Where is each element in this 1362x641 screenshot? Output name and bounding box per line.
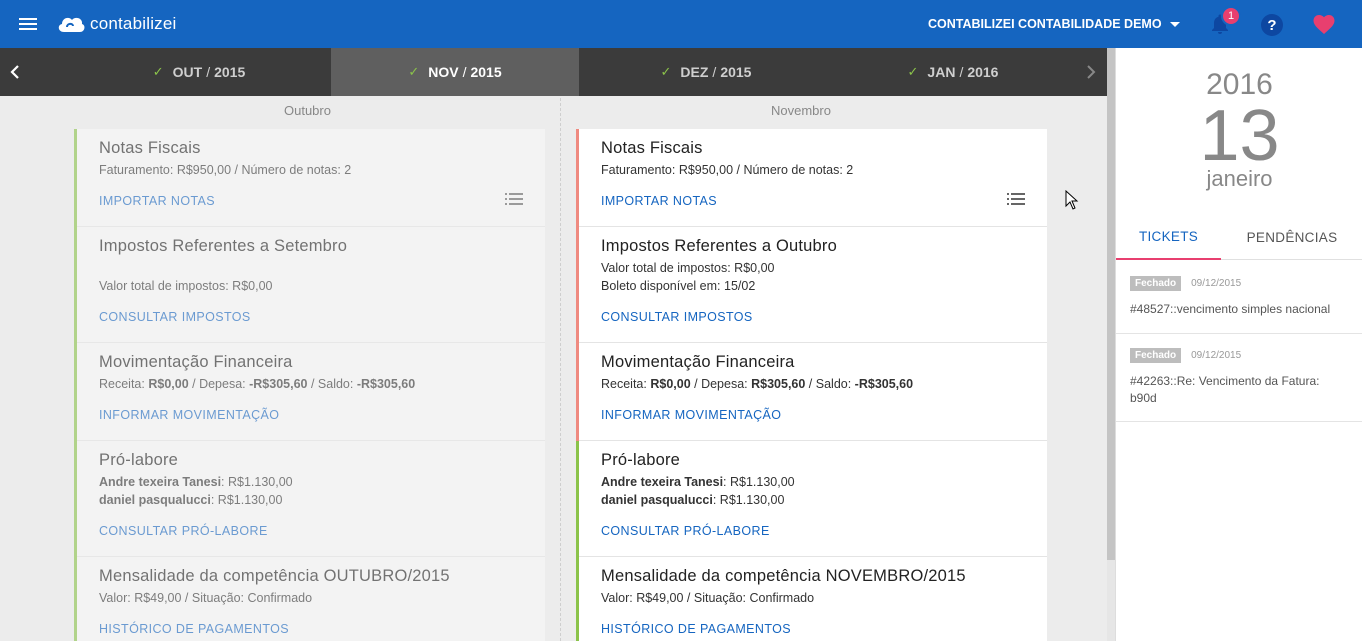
menu-icon[interactable] xyxy=(0,0,56,48)
section-title: Notas Fiscais xyxy=(99,139,201,157)
inform-movement-link[interactable]: INFORMAR MOVIMENTAÇÃO xyxy=(601,408,781,422)
section-title: Mensalidade da competência NOVEMBRO/2015 xyxy=(601,567,966,585)
top-app-bar: contabilizei CONTABILIZEI CONTABILIDADE … xyxy=(0,0,1362,48)
tab-tickets[interactable]: TICKETS xyxy=(1116,214,1221,260)
list-icon[interactable] xyxy=(505,193,523,205)
invoices-summary: Faturamento: R$950,00 / Número de notas:… xyxy=(601,163,854,177)
card-finance-nov: Movimentação Financeira Receita: R$0,00 … xyxy=(576,343,1047,441)
app-logo[interactable]: contabilizei xyxy=(56,14,177,34)
card-fee-out: Mensalidade da competência OUTUBRO/2015 … xyxy=(74,557,545,641)
previous-month-button[interactable] xyxy=(0,48,30,96)
inform-movement-link[interactable]: INFORMAR MOVIMENTAÇÃO xyxy=(99,408,279,422)
card-invoices-nov: Notas Fiscais Faturamento: R$950,00 / Nú… xyxy=(576,129,1047,227)
logo-text: contabilizei xyxy=(90,14,177,33)
finance-summary: Receita: R$0,00 / Depesa: R$305,60 / Sal… xyxy=(601,377,914,391)
right-panel-tabs: TICKETS PENDÊNCIAS xyxy=(1116,214,1362,260)
status-badge: Fechado xyxy=(1130,348,1182,363)
card-taxes-nov: Impostos Referentes a Outubro Valor tota… xyxy=(576,227,1047,343)
column-divider xyxy=(560,98,561,641)
taxes-line-2: Boleto disponível em: 15/02 xyxy=(601,279,756,293)
check-icon: ✓ xyxy=(408,64,420,79)
next-month-button[interactable] xyxy=(1076,48,1106,96)
check-icon: ✓ xyxy=(152,64,164,79)
cloud-logo-icon xyxy=(58,17,85,32)
ticket-item[interactable]: Fechado 09/12/2015 #48527::vencimento si… xyxy=(1116,262,1362,334)
scrollbar-thumb[interactable] xyxy=(1107,48,1115,560)
card-finance-out: Movimentação Financeira Receita: R$0,00 … xyxy=(74,343,545,441)
section-title: Movimentação Financeira xyxy=(99,353,293,371)
ticket-subject: #48527::vencimento simples nacional xyxy=(1130,302,1331,316)
company-selector[interactable]: CONTABILIZEI CONTABILIDADE DEMO xyxy=(928,0,1180,48)
chevron-right-icon xyxy=(1087,65,1096,79)
help-icon[interactable]: ? xyxy=(1261,14,1283,36)
column-title-outubro: Outubro xyxy=(284,103,331,118)
card-fee-nov: Mensalidade da competência NOVEMBRO/2015… xyxy=(576,557,1047,641)
finance-summary: Receita: R$0,00 / Depesa: -R$305,60 / Sa… xyxy=(99,377,416,391)
card-prolabore-out: Pró-labore Andre texeira Tanesi: R$1.130… xyxy=(74,441,545,557)
tab-pendencias[interactable]: PENDÊNCIAS xyxy=(1221,214,1362,260)
ticket-subject: #42263::Re: Vencimento da Fatura: b90d xyxy=(1130,374,1320,405)
tab-month-nov-2015[interactable]: ✓ NOV / 2015 xyxy=(331,48,579,96)
month-navigation: ✓ OUT / 2015 ✓ NOV / 2015 ✓ DEZ / 2015 ✓… xyxy=(0,48,1107,96)
prolabore-line-2: daniel pasqualucci: R$1.130,00 xyxy=(99,493,283,507)
payment-history-link[interactable]: HISTÓRICO DE PAGAMENTOS xyxy=(99,622,289,636)
prolabore-line-1: Andre texeira Tanesi: R$1.130,00 xyxy=(99,475,293,489)
check-icon: ✓ xyxy=(660,64,672,79)
section-title: Pró-labore xyxy=(99,451,179,469)
check-icon: ✓ xyxy=(907,64,919,79)
taxes-line-1 xyxy=(99,259,523,277)
taxes-line-2: Valor total de impostos: R$0,00 xyxy=(99,279,273,293)
calendar-day: 13 xyxy=(1199,96,1280,176)
consult-taxes-link[interactable]: CONSULTAR IMPOSTOS xyxy=(99,310,251,324)
heart-icon[interactable] xyxy=(1312,13,1336,35)
right-panel: 2016 13 janeiro TICKETS PENDÊNCIAS Fecha… xyxy=(1115,48,1362,641)
ticket-date: 09/12/2015 xyxy=(1191,278,1242,289)
card-prolabore-nov: Pró-labore Andre texeira Tanesi: R$1.130… xyxy=(576,441,1047,557)
tab-month-jan-2016[interactable]: ✓ JAN / 2016 xyxy=(833,48,1073,96)
mouse-cursor-icon xyxy=(1065,190,1079,210)
notification-badge: 1 xyxy=(1221,6,1241,26)
section-title: Pró-labore xyxy=(601,451,681,469)
tab-month-out-2015[interactable]: ✓ OUT / 2015 xyxy=(68,48,330,96)
import-invoices-link[interactable]: IMPORTAR NOTAS xyxy=(99,194,215,208)
prolabore-line-1: Andre texeira Tanesi: R$1.130,00 xyxy=(601,475,795,489)
calendar-month: janeiro xyxy=(1206,166,1273,191)
import-invoices-link[interactable]: IMPORTAR NOTAS xyxy=(601,194,717,208)
vertical-scrollbar[interactable] xyxy=(1107,48,1115,641)
taxes-line-1: Valor total de impostos: R$0,00 xyxy=(601,261,775,275)
caret-down-icon xyxy=(1169,21,1180,27)
fee-summary: Valor: R$49,00 / Situação: Confirmado xyxy=(99,591,313,605)
column-title-novembro: Novembro xyxy=(771,103,831,118)
consult-prolabore-link[interactable]: CONSULTAR PRÓ-LABORE xyxy=(99,524,268,538)
status-badge: Fechado xyxy=(1130,276,1182,291)
company-name: CONTABILIZEI CONTABILIDADE DEMO xyxy=(928,17,1162,31)
consult-prolabore-link[interactable]: CONSULTAR PRÓ-LABORE xyxy=(601,524,770,538)
section-title: Impostos Referentes a Setembro xyxy=(99,237,348,255)
card-taxes-out: Impostos Referentes a Setembro Valor tot… xyxy=(74,227,545,343)
section-title: Mensalidade da competência OUTUBRO/2015 xyxy=(99,567,450,585)
ticket-date: 09/12/2015 xyxy=(1191,350,1242,361)
tab-month-dez-2015[interactable]: ✓ DEZ / 2015 xyxy=(579,48,833,96)
consult-taxes-link[interactable]: CONSULTAR IMPOSTOS xyxy=(601,310,753,324)
payment-history-link[interactable]: HISTÓRICO DE PAGAMENTOS xyxy=(601,622,791,636)
list-icon[interactable] xyxy=(1007,193,1025,205)
section-title: Notas Fiscais xyxy=(601,139,703,157)
section-title: Impostos Referentes a Outubro xyxy=(601,237,838,255)
prolabore-line-2: daniel pasqualucci: R$1.130,00 xyxy=(601,493,785,507)
invoices-summary: Faturamento: R$950,00 / Número de notas:… xyxy=(99,163,352,177)
fee-summary: Valor: R$49,00 / Situação: Confirmado xyxy=(601,591,815,605)
section-title: Movimentação Financeira xyxy=(601,353,795,371)
chevron-left-icon xyxy=(10,65,19,79)
ticket-item[interactable]: Fechado 09/12/2015 #42263::Re: Venciment… xyxy=(1116,334,1362,422)
card-invoices-out: Notas Fiscais Faturamento: R$950,00 / Nú… xyxy=(74,129,545,227)
